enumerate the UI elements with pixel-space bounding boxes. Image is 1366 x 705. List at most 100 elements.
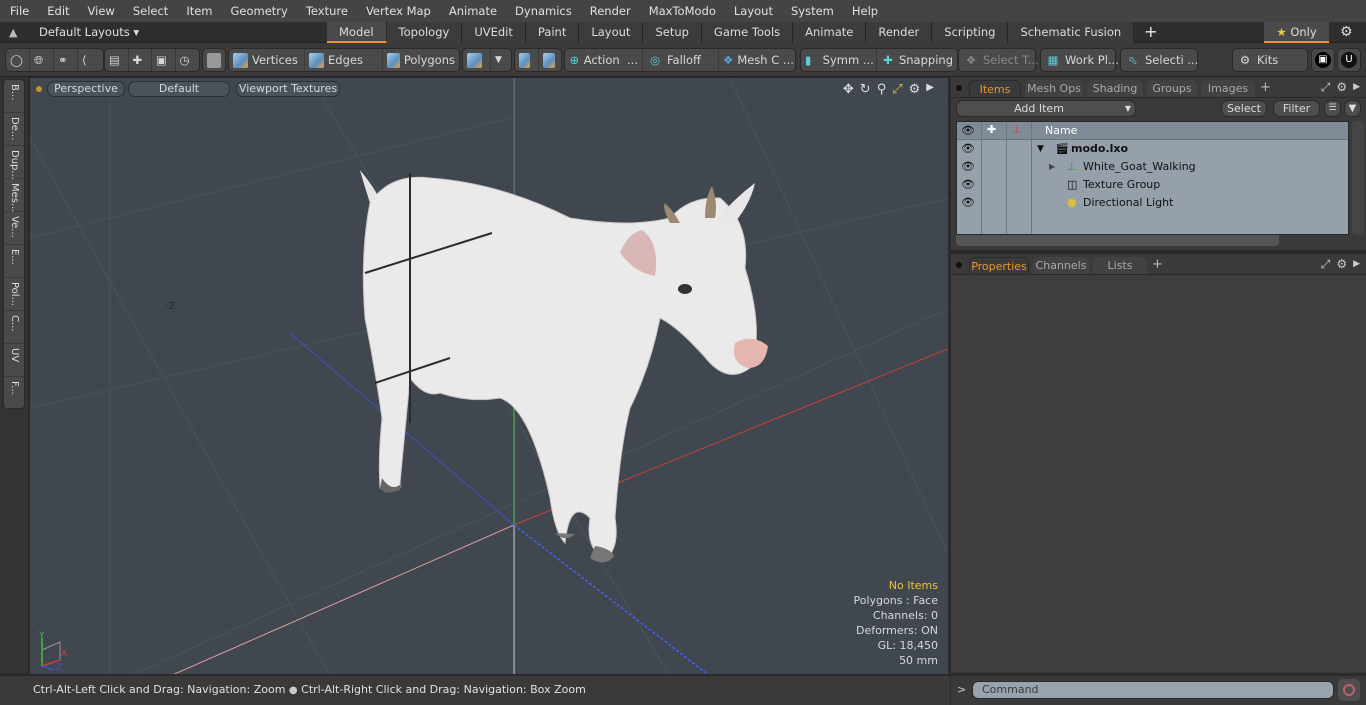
path-icon[interactable]: ⟨: [78, 49, 102, 71]
list-options-icon[interactable]: ☰: [1324, 100, 1341, 117]
goat-model[interactable]: [360, 170, 768, 563]
tool-tab-polygon[interactable]: Pol...: [4, 278, 24, 311]
dial-icon[interactable]: ◷: [176, 49, 199, 71]
pan-icon[interactable]: ✥: [843, 82, 854, 97]
tool-tab-basic[interactable]: B...: [4, 80, 24, 113]
record-macro-icon[interactable]: [1338, 679, 1360, 701]
expand-right-icon[interactable]: ▶: [1049, 162, 1055, 171]
tool-tab-edge[interactable]: E...: [4, 245, 24, 278]
expand-down-icon[interactable]: ▼: [1037, 144, 1044, 154]
menu-file[interactable]: File: [0, 4, 37, 18]
lock-header-icon[interactable]: ✚: [987, 123, 996, 136]
add-item-dropdown[interactable]: Add Item ▼: [956, 100, 1136, 117]
viewport-textures-button[interactable]: Viewport Textures: [236, 81, 340, 97]
rotate-icon[interactable]: ↻: [860, 82, 871, 97]
menu-layout[interactable]: Layout: [724, 4, 781, 18]
tab-images[interactable]: Images: [1201, 80, 1255, 97]
menu-dynamics[interactable]: Dynamics: [505, 4, 580, 18]
center-icon[interactable]: [515, 49, 539, 71]
maximize-icon[interactable]: ⤢: [892, 82, 902, 97]
polygons-button[interactable]: Polygons: [383, 49, 459, 71]
menu-item[interactable]: Item: [176, 4, 220, 18]
pivot-icon[interactable]: [539, 49, 563, 71]
menu-system[interactable]: System: [781, 4, 842, 18]
only-toggle[interactable]: ★ Only: [1264, 22, 1329, 43]
tool-tab-deform[interactable]: De...: [4, 113, 24, 146]
tab-model[interactable]: Model: [327, 22, 387, 43]
globe-icon[interactable]: 🌐︎: [30, 49, 54, 71]
tab-mesh-ops[interactable]: Mesh Ops: [1025, 80, 1083, 97]
pen-icon[interactable]: ⚭: [54, 49, 78, 71]
filter-button[interactable]: Filter: [1273, 100, 1320, 117]
select-button[interactable]: Select: [1221, 100, 1267, 117]
shading-mode-button[interactable]: Default: [128, 81, 230, 97]
menu-texture[interactable]: Texture: [296, 4, 356, 18]
work-plane-button[interactable]: ▦ Work Pl...: [1040, 48, 1119, 72]
viewport-menu-dot[interactable]: [36, 86, 42, 92]
view-mode-button[interactable]: Perspective: [47, 81, 125, 97]
tree-row[interactable]: 👁︎ ▼ 🎬︎ modo.lxo: [957, 140, 1348, 158]
tab-topology[interactable]: Topology: [386, 22, 463, 43]
tool-tab-uv[interactable]: UV: [4, 344, 24, 377]
command-input[interactable]: Command: [972, 681, 1334, 699]
tool-tab-curve[interactable]: C...: [4, 311, 24, 344]
menu-render[interactable]: Render: [580, 4, 639, 18]
menu-edit[interactable]: Edit: [37, 4, 77, 18]
edges-button[interactable]: Edges: [305, 49, 383, 71]
name-column-header[interactable]: Name: [1045, 124, 1077, 137]
zoom-icon[interactable]: ⚲: [877, 82, 887, 97]
add-panel-tab-button[interactable]: +: [1152, 257, 1163, 272]
panel-gear-icon[interactable]: ⚙: [1336, 80, 1347, 95]
select-through-button[interactable]: ❖ Select T...: [958, 48, 1039, 72]
tab-setup[interactable]: Setup: [643, 22, 702, 43]
tab-paint[interactable]: Paint: [525, 22, 580, 43]
tree-horizontal-scrollbar[interactable]: [956, 235, 1279, 246]
visibility-eye-icon[interactable]: 👁︎: [961, 178, 975, 191]
menu-geometry[interactable]: Geometry: [221, 4, 296, 18]
tree-row[interactable]: 👁︎ ◫ Texture Group: [957, 176, 1348, 194]
kits-button[interactable]: ⚙ Kits: [1232, 48, 1308, 72]
circle-select-icon[interactable]: ◯: [6, 49, 30, 71]
symmetry-button[interactable]: ▮ Symm ...: [801, 49, 877, 71]
tool-tab-mesh-edit[interactable]: Mes...: [4, 179, 24, 213]
panel-gear-icon[interactable]: ⚙: [1336, 257, 1347, 272]
tree-vertical-scrollbar[interactable]: [1352, 121, 1364, 235]
tab-layout[interactable]: Layout: [579, 22, 644, 43]
tree-row[interactable]: 👁︎ ▶ ⊥ White_Goat_Walking: [957, 158, 1348, 176]
panel-arrow-icon[interactable]: ▶: [1353, 257, 1360, 272]
falloff-button[interactable]: ◎ Falloff: [643, 49, 719, 71]
tab-lists[interactable]: Lists: [1093, 257, 1147, 274]
tool-tab-fusion[interactable]: F...: [4, 377, 24, 410]
visibility-eye-icon[interactable]: 👁︎: [961, 160, 975, 173]
tool-tab-vertex[interactable]: Ve...: [4, 212, 24, 245]
item-mode-button[interactable]: [202, 48, 226, 72]
3d-viewport[interactable]: -Z Perspective Default Viewport Textures…: [29, 77, 949, 675]
tool-tab-duplicate[interactable]: Dup...: [4, 146, 24, 180]
action-center-button[interactable]: ⊕ Action ...: [565, 49, 643, 71]
viewport-gear-icon[interactable]: ⚙: [909, 82, 921, 97]
visibility-eye-icon[interactable]: 👁︎: [961, 196, 975, 209]
mode-dropdown-icon[interactable]: ▼: [491, 49, 511, 71]
menu-select[interactable]: Select: [123, 4, 176, 18]
tab-channels[interactable]: Channels: [1033, 257, 1089, 274]
funnel-filter-icon[interactable]: ▼: [1344, 100, 1361, 117]
panel-maximize-icon[interactable]: ⤢: [1321, 257, 1331, 272]
expand-arrow-icon[interactable]: ▶: [926, 82, 934, 97]
gear-icon[interactable]: ⚙: [1340, 24, 1353, 40]
add-tab-button[interactable]: +: [1134, 22, 1167, 43]
square-circle-icon[interactable]: ▣: [152, 49, 176, 71]
panel-menu-dot[interactable]: [956, 262, 962, 268]
menu-view[interactable]: View: [78, 4, 123, 18]
tab-scripting[interactable]: Scripting: [932, 22, 1009, 43]
vertices-button[interactable]: Vertices: [229, 49, 305, 71]
unity-button[interactable]: ▣: [1311, 48, 1335, 72]
menu-animate[interactable]: Animate: [439, 4, 505, 18]
panel-maximize-icon[interactable]: ⤢: [1321, 80, 1331, 95]
locator-header-icon[interactable]: ⊥: [1012, 123, 1022, 136]
add-panel-tab-button[interactable]: +: [1260, 80, 1271, 95]
layout-selector[interactable]: Default Layouts ▾: [39, 25, 139, 39]
menu-help[interactable]: Help: [842, 4, 886, 18]
tab-render[interactable]: Render: [866, 22, 933, 43]
tree-row[interactable]: 👁︎ ● Directional Light: [957, 194, 1348, 212]
tab-properties[interactable]: Properties: [969, 257, 1029, 274]
